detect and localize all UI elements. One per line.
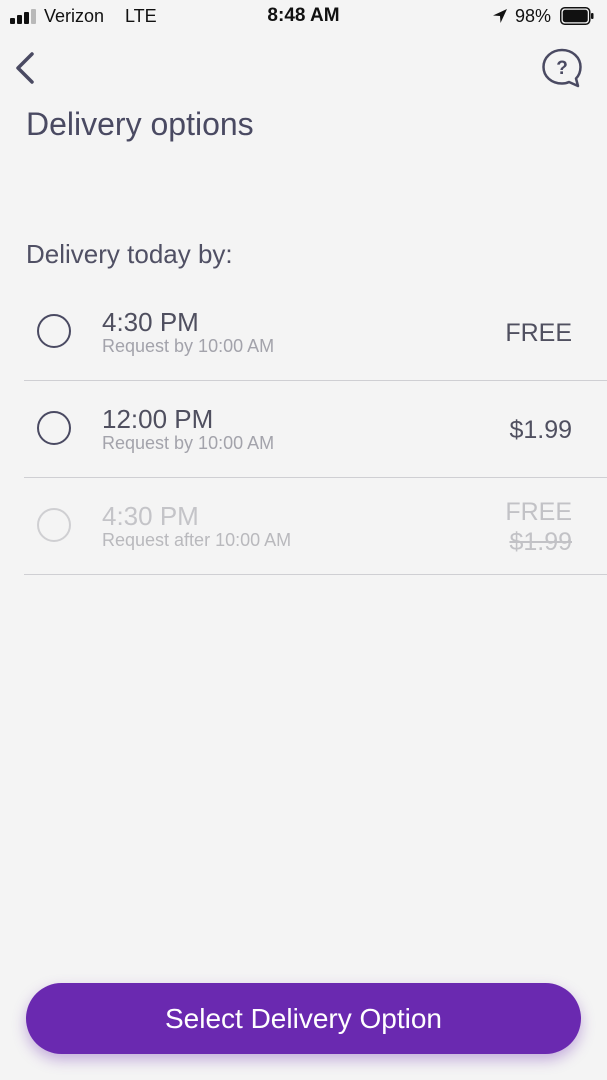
radio-button[interactable] <box>37 411 71 445</box>
option-cutoff: Request by 10:00 AM <box>102 433 275 453</box>
radio-button[interactable] <box>37 314 71 348</box>
option-original-price: $1.99 <box>509 528 572 556</box>
question-bubble-icon: ? <box>542 48 582 88</box>
status-bar: Verizon LTE 8:48 AM 98% <box>0 0 607 34</box>
page-title: Delivery options <box>26 106 254 142</box>
section-heading: Delivery today by: <box>26 239 233 269</box>
option-price: FREE <box>505 498 572 526</box>
option-cutoff: Request after 10:00 AM <box>102 530 292 550</box>
radio-button-disabled <box>37 508 71 542</box>
battery-percent: 98% <box>515 6 552 26</box>
option-price: $1.99 <box>509 416 572 444</box>
battery-icon <box>560 7 594 25</box>
help-button[interactable]: ? <box>540 46 584 90</box>
option-time: 4:30 PM <box>102 501 199 531</box>
chevron-left-icon <box>16 52 34 84</box>
option-time: 12:00 PM <box>102 404 214 434</box>
location-arrow-icon <box>493 9 507 23</box>
option-cutoff: Request by 10:00 AM <box>102 336 275 356</box>
svg-text:?: ? <box>556 58 568 79</box>
back-button[interactable] <box>8 48 44 88</box>
delivery-option-1200pm[interactable]: 12:00 PM Request by 10:00 AM $1.99 <box>24 381 607 478</box>
delivery-option-430pm-late: 4:30 PM Request after 10:00 AM FREE $1.9… <box>24 478 607 575</box>
option-time: 4:30 PM <box>102 307 199 337</box>
delivery-options-list: 4:30 PM Request by 10:00 AM FREE 12:00 P… <box>24 284 607 575</box>
delivery-option-430pm[interactable]: 4:30 PM Request by 10:00 AM FREE <box>24 284 607 381</box>
select-delivery-option-button[interactable]: Select Delivery Option <box>26 983 581 1054</box>
option-price: FREE <box>505 319 572 347</box>
option-price-stack: FREE $1.99 <box>505 498 572 557</box>
